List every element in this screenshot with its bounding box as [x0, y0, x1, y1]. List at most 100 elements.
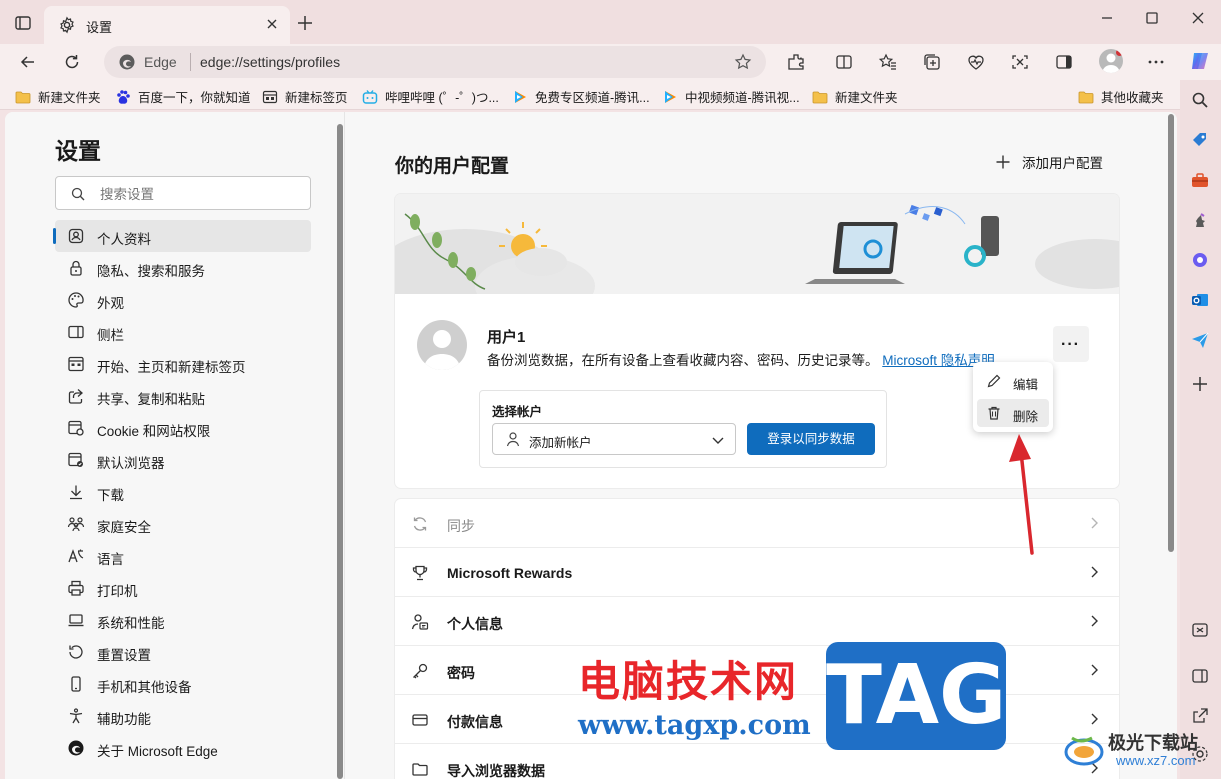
profile-description: 备份浏览数据，在所有设备上查看收藏内容、密码、历史记录等。 Microsoft …	[487, 349, 995, 369]
nav-item-about[interactable]: 关于 Microsoft Edge	[55, 732, 311, 764]
sign-in-sync-button[interactable]: 登录以同步数据	[747, 423, 875, 455]
favorites-icon[interactable]	[878, 52, 898, 72]
menu-item-edit[interactable]: 编辑	[977, 367, 1049, 395]
nav-item-devices[interactable]: 手机和其他设备	[55, 668, 311, 700]
bookmark-item[interactable]: 哔哩哔哩 (゜-゜)つ...	[362, 87, 499, 106]
nav-item-default-browser[interactable]: 默认浏览器	[55, 444, 311, 476]
tab-actions-icon[interactable]	[14, 14, 32, 32]
bookmark-item[interactable]: 免费专区频道-腾讯...	[512, 87, 650, 106]
url-text[interactable]: edge://settings/profiles	[200, 54, 340, 70]
nav-item-privacy[interactable]: 隐私、搜索和服务	[55, 252, 311, 284]
nav-item-sidebar[interactable]: 侧栏	[55, 316, 311, 348]
share-icon	[68, 389, 83, 404]
nav-item-downloads[interactable]: 下载	[55, 476, 311, 508]
shopping-tag-icon[interactable]	[1190, 130, 1210, 150]
nav-item-language[interactable]: 语言	[55, 540, 311, 572]
main-scrollbar[interactable]	[1168, 114, 1174, 552]
copilot-icon[interactable]	[1188, 49, 1212, 73]
settings-search[interactable]	[55, 176, 311, 210]
open-external-icon[interactable]	[1190, 706, 1210, 726]
other-favorites[interactable]: 其他收藏夹	[1078, 87, 1164, 106]
menu-item-delete[interactable]: 删除	[977, 399, 1049, 427]
active-tab[interactable]: 设置	[44, 6, 290, 44]
nav-item-startup[interactable]: 开始、主页和新建标签页	[55, 348, 311, 380]
nav-item-cookies[interactable]: Cookie 和网站权限	[55, 412, 311, 444]
address-bar[interactable]: Edge edge://settings/profiles	[104, 46, 766, 78]
nav-scrollbar[interactable]	[337, 124, 343, 779]
nav-label: 共享、复制和粘贴	[97, 392, 205, 407]
nav-item-appearance[interactable]: 外观	[55, 284, 311, 316]
favorite-star-icon[interactable]	[734, 53, 752, 71]
sidebar-app-icon[interactable]	[1054, 52, 1074, 72]
screenshot-icon[interactable]	[1010, 52, 1030, 72]
nav-item-profiles[interactable]: 个人资料	[53, 220, 311, 252]
nav-item-printers[interactable]: 打印机	[55, 572, 311, 604]
browser-essentials-icon[interactable]	[966, 52, 986, 72]
nav-label: 隐私、搜索和服务	[97, 264, 205, 279]
printer-icon	[68, 580, 84, 596]
close-tab-icon[interactable]	[264, 16, 280, 32]
row-import-data[interactable]: 导入浏览器数据	[395, 744, 1119, 779]
new-tab-icon[interactable]	[296, 14, 314, 32]
close-window-icon[interactable]	[1188, 8, 1208, 28]
minimize-icon[interactable]	[1097, 8, 1117, 28]
collections-icon[interactable]	[922, 52, 942, 72]
row-personal-info[interactable]: 个人信息	[395, 597, 1119, 646]
nav-label: 下载	[97, 488, 124, 503]
address-toolbar: Edge edge://settings/profiles	[0, 44, 1221, 80]
bookmark-label: 新建标签页	[285, 91, 348, 105]
back-icon[interactable]	[18, 52, 38, 72]
nav-label: 打印机	[97, 584, 138, 599]
row-microsoft-rewards[interactable]: Microsoft Rewards	[395, 548, 1119, 597]
screenshot-sidebar-icon[interactable]	[1190, 620, 1210, 640]
nav-label: 家庭安全	[97, 520, 151, 535]
account-dropdown-value: 添加新帐户	[529, 436, 592, 450]
outlook-icon[interactable]	[1190, 290, 1210, 310]
corner-title: 极光下载站	[1108, 733, 1198, 753]
add-app-icon[interactable]	[1190, 374, 1210, 394]
copilot-app-icon[interactable]	[1190, 250, 1210, 270]
edge-sidebar	[1180, 80, 1221, 779]
games-icon[interactable]	[1190, 210, 1210, 230]
extensions-icon[interactable]	[786, 52, 806, 72]
nav-item-family[interactable]: 家庭安全	[55, 508, 311, 540]
refresh-icon[interactable]	[62, 52, 82, 72]
bookmark-item[interactable]: 中视频频道-腾讯视...	[662, 87, 800, 106]
nav-item-share[interactable]: 共享、复制和粘贴	[55, 380, 311, 412]
accessibility-icon	[69, 708, 83, 724]
lock-icon	[70, 260, 82, 276]
edge-logo-icon	[119, 54, 135, 70]
profile-context-menu: 编辑 删除	[973, 362, 1053, 432]
watermark-text: 电脑技术网	[578, 657, 799, 706]
maximize-icon[interactable]	[1142, 8, 1162, 28]
account-dropdown[interactable]: 添加新帐户	[492, 423, 736, 455]
bookmark-item[interactable]: 新建文件夹	[15, 87, 101, 106]
credit-card-icon	[412, 714, 428, 726]
row-sync[interactable]: 同步	[395, 499, 1119, 548]
reset-icon	[69, 645, 83, 659]
corner-logo-icon	[1064, 736, 1104, 766]
nav-label: Cookie 和网站权限	[97, 424, 211, 439]
gear-icon	[60, 16, 74, 34]
nav-item-reset[interactable]: 重置设置	[55, 636, 311, 668]
more-menu-icon[interactable]	[1146, 52, 1166, 72]
bookmark-item[interactable]: 新建标签页	[262, 87, 348, 106]
user-silhouette-icon	[423, 330, 461, 370]
folder-icon	[812, 91, 828, 103]
hide-sidebar-icon[interactable]	[1190, 666, 1210, 686]
tools-icon[interactable]	[1190, 170, 1210, 190]
profiles-heading: 你的用户配置	[395, 156, 510, 177]
nav-item-accessibility[interactable]: 辅助功能	[55, 700, 311, 732]
send-icon[interactable]	[1190, 330, 1210, 350]
search-icon[interactable]	[1190, 90, 1210, 110]
split-screen-icon[interactable]	[834, 52, 854, 72]
nav-item-system[interactable]: 系统和性能	[55, 604, 311, 636]
profile-card: 用户1 备份浏览数据，在所有设备上查看收藏内容、密码、历史记录等。 Micros…	[395, 194, 1119, 488]
bookmark-item[interactable]: 百度一下，你就知道	[115, 87, 251, 106]
add-profile-button[interactable]: 添加用户配置	[994, 152, 1103, 172]
bookmark-item[interactable]: 新建文件夹	[812, 87, 898, 106]
search-input[interactable]	[100, 184, 300, 204]
profile-avatar-button[interactable]	[1099, 49, 1123, 73]
more-actions-button[interactable]: ···	[1053, 326, 1089, 362]
bookmark-label: 免费专区频道-腾讯...	[535, 91, 650, 105]
